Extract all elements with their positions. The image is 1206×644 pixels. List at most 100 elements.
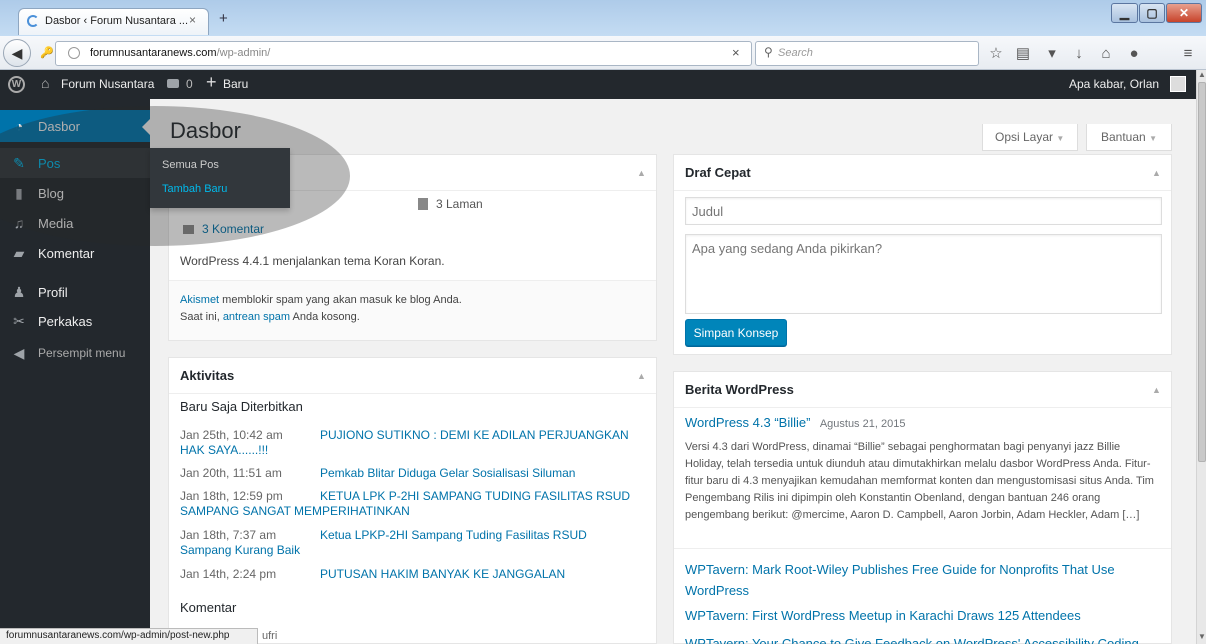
panel-header: Draf Cepat xyxy=(674,155,1171,191)
browser-tab[interactable]: Dasbor ‹ Forum Nusantara ... × xyxy=(18,8,209,35)
panel-header: Berita WordPress xyxy=(674,372,1171,408)
activity-title: Aktivitas xyxy=(180,368,235,383)
post-date: Jan 20th, 11:51 am xyxy=(180,466,282,480)
site-identity-icon: 🔑 xyxy=(40,47,54,59)
url-path: /wp-admin/ xyxy=(216,47,271,59)
scroll-thumb[interactable] xyxy=(1198,82,1206,462)
collapse-arrow-icon[interactable]: ▲ xyxy=(637,371,646,381)
sidebar-item-label: Perkakas xyxy=(38,313,93,329)
wordpress-news-panel: Berita WordPress ▲ WordPress 4.3 “Billie… xyxy=(673,371,1172,644)
news-divider xyxy=(674,548,1171,549)
activity-row: Jan 14th, 2:24 pm PUTUSAN HAKIM BANYAK KE… xyxy=(180,567,640,581)
search-placeholder: Search xyxy=(778,47,813,59)
draft-content-textarea[interactable] xyxy=(685,234,1162,314)
akismet-link[interactable]: Akismet xyxy=(180,294,219,306)
quick-draft-panel: Draf Cepat ▲ Simpan Konsep xyxy=(673,154,1172,355)
post-title-link[interactable]: Pemkab Blitar Diduga Gelar Sosialisasi S… xyxy=(320,466,575,480)
spam-suffix: Anda kosong. xyxy=(290,311,360,323)
published-heading: Baru Saja Diterbitkan xyxy=(180,399,303,414)
pages-count-link[interactable]: 3 Laman xyxy=(436,197,483,211)
collapse-arrow-icon[interactable]: ▲ xyxy=(1152,168,1161,178)
download-icon[interactable]: ↓ xyxy=(1067,41,1091,65)
news-link[interactable]: WPTavern: First WordPress Meetup in Kara… xyxy=(685,608,1081,623)
loading-icon xyxy=(27,15,39,27)
screen-options-label: Opsi Layar xyxy=(995,130,1054,144)
news-link[interactable]: WPTavern: Mark Root-Wiley Publishes Free… xyxy=(685,559,1125,601)
collapse-arrow-icon[interactable]: ▲ xyxy=(1152,385,1161,395)
activity-row: Jan 18th, 12:59 pm KETUA LPK P-2HI SAMPAN… xyxy=(180,489,640,519)
tab-close-icon[interactable]: × xyxy=(189,13,196,27)
close-window-button[interactable]: ✕ xyxy=(1166,3,1202,23)
spam-prefix: Saat ini, xyxy=(180,311,223,323)
new-content-link[interactable]: Baru xyxy=(223,77,248,91)
tab-title: Dasbor ‹ Forum Nusantara ... xyxy=(45,15,189,27)
collapse-arrow-icon[interactable]: ▲ xyxy=(637,168,646,178)
akismet-text: memblokir spam yang akan masuk ke blog A… xyxy=(219,294,462,306)
post-date: Jan 14th, 2:24 pm xyxy=(180,567,277,581)
post-date: Jan 25th, 10:42 am xyxy=(180,428,283,442)
news-title: Berita WordPress xyxy=(685,382,794,397)
search-bar[interactable]: ⚲ Search xyxy=(755,41,979,66)
activity-row: Jan 18th, 7:37 am Ketua LPKP-2HI Sampang … xyxy=(180,528,640,558)
comments-heading: Komentar xyxy=(180,600,237,615)
collapse-menu-button[interactable]: ◀ Persempit menu xyxy=(0,338,150,368)
globe-icon xyxy=(68,47,80,59)
plus-icon: + xyxy=(206,72,217,92)
back-arrow-icon: ◀ xyxy=(11,44,23,61)
spam-queue-link[interactable]: antrean spam xyxy=(223,311,290,323)
url-text: forumnusantaranews.com/wp-admin/ xyxy=(90,47,270,59)
admin-bar: W ⌂ Forum Nusantara 0 + Baru Apa kabar, … xyxy=(0,70,1196,99)
chat-icon[interactable]: ● xyxy=(1122,41,1146,65)
news-lead-link[interactable]: WordPress 4.3 “Billie” xyxy=(685,415,810,430)
scroll-down-arrow-icon[interactable]: ▼ xyxy=(1198,632,1206,641)
activity-row: Jan 20th, 11:51 am Pemkab Blitar Diduga G… xyxy=(180,466,640,480)
save-draft-button[interactable]: Simpan Konsep xyxy=(685,319,787,346)
vertical-scrollbar[interactable]: ▲ ▼ xyxy=(1196,70,1206,644)
draft-title-input[interactable] xyxy=(685,197,1162,225)
search-icon: ⚲ xyxy=(764,45,773,59)
post-title-link[interactable]: PUTUSAN HAKIM BANYAK KE JANGGALAN xyxy=(320,567,565,581)
news-lead-date: Agustus 21, 2015 xyxy=(819,418,906,430)
account-greeting[interactable]: Apa kabar, Orlan xyxy=(1069,77,1159,91)
activity-panel: Aktivitas ▲ Baru Saja Diterbitkan Jan 25… xyxy=(168,357,657,644)
post-date: Jan 18th, 12:59 pm xyxy=(180,489,283,503)
news-link[interactable]: WPTavern: Your Chance to Give Feedback o… xyxy=(685,636,1139,644)
screen-options-button[interactable]: Opsi Layar ▼ xyxy=(982,124,1078,151)
bookmarks-list-icon[interactable]: ▤ xyxy=(1011,41,1035,65)
submenu-add-new[interactable]: Tambah Baru xyxy=(162,183,227,195)
help-button[interactable]: Bantuan ▼ xyxy=(1086,124,1172,151)
url-bar[interactable]: 🔑 forumnusantaranews.com/wp-admin/ × xyxy=(40,41,752,66)
back-button[interactable]: ◀ xyxy=(3,39,31,67)
url-clear-icon[interactable]: × xyxy=(732,45,740,60)
panel-header: Aktivitas xyxy=(169,358,656,394)
scroll-up-arrow-icon[interactable]: ▲ xyxy=(1198,70,1206,79)
pocket-icon[interactable]: ▾ xyxy=(1040,41,1064,65)
wordpress-logo-icon[interactable]: W xyxy=(8,76,25,93)
home-icon[interactable]: ⌂ xyxy=(1094,41,1118,65)
menu-icon[interactable]: ≡ xyxy=(1176,41,1200,65)
post-date: Jan 18th, 7:37 am xyxy=(180,528,277,542)
comment-bubble-icon xyxy=(167,79,179,88)
sidebar-item-label: Profil xyxy=(38,284,68,300)
help-label: Bantuan xyxy=(1101,130,1146,144)
sidebar-item-profil[interactable]: ♟ Profil xyxy=(0,277,150,307)
submenu-all-posts[interactable]: Semua Pos xyxy=(162,159,219,171)
chevron-down-icon: ▼ xyxy=(1149,134,1157,143)
maximize-button[interactable]: ▢ xyxy=(1139,3,1165,23)
sidebar-item-perkakas[interactable]: ✂ Perkakas xyxy=(0,306,150,336)
sidebar-item-label: Persempit menu xyxy=(38,346,126,360)
quick-draft-title: Draf Cepat xyxy=(685,165,751,180)
akismet-box: Akismet memblokir spam yang akan masuk k… xyxy=(169,280,656,340)
bookmark-star-icon[interactable]: ☆ xyxy=(984,41,1008,65)
new-tab-button[interactable]: + xyxy=(219,10,228,27)
activity-row: Jan 25th, 10:42 am PUJIONO SUTIKNO : DEMI… xyxy=(180,428,640,458)
comment-icon: ▰ xyxy=(13,244,25,261)
avatar[interactable] xyxy=(1170,76,1186,92)
minimize-button[interactable]: ▁ xyxy=(1111,3,1138,23)
site-name-link[interactable]: Forum Nusantara xyxy=(61,77,154,91)
pages-icon xyxy=(418,198,428,210)
collapse-icon: ◀ xyxy=(13,344,25,361)
status-url: forumnusantaranews.com/wp-admin/post-new… xyxy=(6,630,230,641)
url-domain: forumnusantaranews.com xyxy=(90,47,217,59)
comments-count[interactable]: 0 xyxy=(186,77,193,91)
